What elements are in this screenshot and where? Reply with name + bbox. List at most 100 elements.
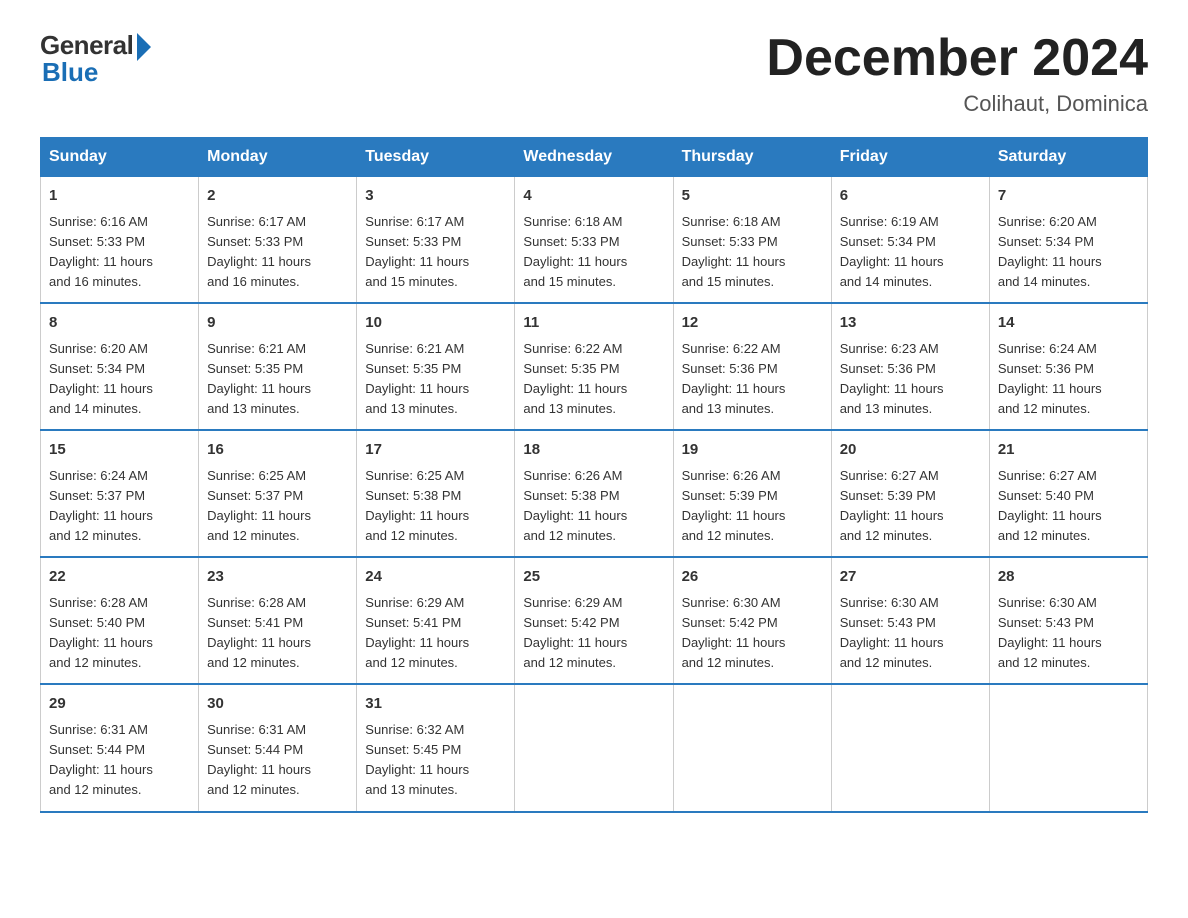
logo-blue-text: Blue — [40, 57, 98, 88]
calendar-cell: 12 Sunrise: 6:22 AMSunset: 5:36 PMDayligh… — [673, 303, 831, 430]
day-info: Sunrise: 6:25 AMSunset: 5:38 PMDaylight:… — [365, 466, 506, 547]
calendar-cell: 11 Sunrise: 6:22 AMSunset: 5:35 PMDayligh… — [515, 303, 673, 430]
week-row-1: 1 Sunrise: 6:16 AMSunset: 5:33 PMDaylight… — [41, 177, 1148, 304]
day-info: Sunrise: 6:26 AMSunset: 5:38 PMDaylight:… — [523, 466, 664, 547]
calendar-cell: 22Sunrise: 6:28 AMSunset: 5:40 PMDayligh… — [41, 557, 199, 684]
calendar-cell: 5 Sunrise: 6:18 AMSunset: 5:33 PMDaylight… — [673, 177, 831, 304]
day-info: Sunrise: 6:31 AMSunset: 5:44 PMDaylight:… — [207, 720, 348, 801]
day-number: 18 — [523, 439, 664, 462]
day-info: Sunrise: 6:19 AMSunset: 5:34 PMDaylight:… — [840, 212, 981, 293]
day-number: 31 — [365, 693, 506, 716]
day-number: 4 — [523, 185, 664, 208]
day-number: 9 — [207, 312, 348, 335]
day-info: Sunrise: 6:32 AMSunset: 5:45 PMDaylight:… — [365, 720, 506, 801]
calendar-cell: 28 Sunrise: 6:30 AMSunset: 5:43 PMDayligh… — [989, 557, 1147, 684]
day-info: Sunrise: 6:31 AMSunset: 5:44 PMDaylight:… — [49, 720, 190, 801]
day-number: 7 — [998, 185, 1139, 208]
day-number: 11 — [523, 312, 664, 335]
day-info: Sunrise: 6:24 AMSunset: 5:37 PMDaylight:… — [49, 466, 190, 547]
calendar-cell: 19 Sunrise: 6:26 AMSunset: 5:39 PMDayligh… — [673, 430, 831, 557]
day-number: 21 — [998, 439, 1139, 462]
calendar-cell — [673, 684, 831, 811]
day-info: Sunrise: 6:28 AMSunset: 5:41 PMDaylight:… — [207, 593, 348, 674]
day-number: 26 — [682, 566, 823, 589]
calendar-cell — [989, 684, 1147, 811]
day-info: Sunrise: 6:17 AMSunset: 5:33 PMDaylight:… — [365, 212, 506, 293]
page-header: General Blue December 2024 Colihaut, Dom… — [40, 30, 1148, 117]
week-row-2: 8 Sunrise: 6:20 AMSunset: 5:34 PMDaylight… — [41, 303, 1148, 430]
day-info: Sunrise: 6:30 AMSunset: 5:43 PMDaylight:… — [998, 593, 1139, 674]
day-info: Sunrise: 6:22 AMSunset: 5:36 PMDaylight:… — [682, 339, 823, 420]
day-number: 20 — [840, 439, 981, 462]
day-info: Sunrise: 6:29 AMSunset: 5:42 PMDaylight:… — [523, 593, 664, 674]
day-number: 3 — [365, 185, 506, 208]
calendar-cell: 10 Sunrise: 6:21 AMSunset: 5:35 PMDayligh… — [357, 303, 515, 430]
location-label: Colihaut, Dominica — [766, 91, 1148, 117]
day-info: Sunrise: 6:21 AMSunset: 5:35 PMDaylight:… — [207, 339, 348, 420]
header-day-friday: Friday — [831, 138, 989, 177]
day-number: 23 — [207, 566, 348, 589]
day-number: 19 — [682, 439, 823, 462]
title-section: December 2024 Colihaut, Dominica — [766, 30, 1148, 117]
day-info: Sunrise: 6:27 AMSunset: 5:39 PMDaylight:… — [840, 466, 981, 547]
calendar-cell: 26 Sunrise: 6:30 AMSunset: 5:42 PMDayligh… — [673, 557, 831, 684]
calendar-cell: 3 Sunrise: 6:17 AMSunset: 5:33 PMDaylight… — [357, 177, 515, 304]
day-number: 5 — [682, 185, 823, 208]
calendar-cell: 16Sunrise: 6:25 AMSunset: 5:37 PMDayligh… — [199, 430, 357, 557]
day-info: Sunrise: 6:20 AMSunset: 5:34 PMDaylight:… — [998, 212, 1139, 293]
day-info: Sunrise: 6:23 AMSunset: 5:36 PMDaylight:… — [840, 339, 981, 420]
day-info: Sunrise: 6:27 AMSunset: 5:40 PMDaylight:… — [998, 466, 1139, 547]
calendar-cell: 25Sunrise: 6:29 AMSunset: 5:42 PMDayligh… — [515, 557, 673, 684]
day-number: 10 — [365, 312, 506, 335]
day-number: 17 — [365, 439, 506, 462]
day-number: 1 — [49, 185, 190, 208]
month-title: December 2024 — [766, 30, 1148, 87]
day-info: Sunrise: 6:26 AMSunset: 5:39 PMDaylight:… — [682, 466, 823, 547]
calendar-cell: 15 Sunrise: 6:24 AMSunset: 5:37 PMDayligh… — [41, 430, 199, 557]
calendar-cell: 21 Sunrise: 6:27 AMSunset: 5:40 PMDayligh… — [989, 430, 1147, 557]
calendar-cell: 24 Sunrise: 6:29 AMSunset: 5:41 PMDayligh… — [357, 557, 515, 684]
calendar-cell: 31 Sunrise: 6:32 AMSunset: 5:45 PMDayligh… — [357, 684, 515, 811]
day-info: Sunrise: 6:24 AMSunset: 5:36 PMDaylight:… — [998, 339, 1139, 420]
header-day-thursday: Thursday — [673, 138, 831, 177]
day-number: 24 — [365, 566, 506, 589]
day-number: 15 — [49, 439, 190, 462]
calendar-cell: 18 Sunrise: 6:26 AMSunset: 5:38 PMDayligh… — [515, 430, 673, 557]
day-number: 14 — [998, 312, 1139, 335]
header-day-wednesday: Wednesday — [515, 138, 673, 177]
calendar-cell: 2 Sunrise: 6:17 AMSunset: 5:33 PMDaylight… — [199, 177, 357, 304]
day-number: 16 — [207, 439, 348, 462]
day-info: Sunrise: 6:30 AMSunset: 5:42 PMDaylight:… — [682, 593, 823, 674]
day-info: Sunrise: 6:29 AMSunset: 5:41 PMDaylight:… — [365, 593, 506, 674]
calendar-cell: 17 Sunrise: 6:25 AMSunset: 5:38 PMDayligh… — [357, 430, 515, 557]
calendar-cell: 20 Sunrise: 6:27 AMSunset: 5:39 PMDayligh… — [831, 430, 989, 557]
calendar-cell: 29Sunrise: 6:31 AMSunset: 5:44 PMDayligh… — [41, 684, 199, 811]
calendar-cell: 27Sunrise: 6:30 AMSunset: 5:43 PMDayligh… — [831, 557, 989, 684]
day-number: 22 — [49, 566, 190, 589]
day-info: Sunrise: 6:30 AMSunset: 5:43 PMDaylight:… — [840, 593, 981, 674]
day-info: Sunrise: 6:20 AMSunset: 5:34 PMDaylight:… — [49, 339, 190, 420]
day-number: 8 — [49, 312, 190, 335]
header-day-sunday: Sunday — [41, 138, 199, 177]
calendar-cell: 7 Sunrise: 6:20 AMSunset: 5:34 PMDaylight… — [989, 177, 1147, 304]
day-number: 2 — [207, 185, 348, 208]
day-info: Sunrise: 6:21 AMSunset: 5:35 PMDaylight:… — [365, 339, 506, 420]
logo: General Blue — [40, 30, 151, 88]
day-info: Sunrise: 6:16 AMSunset: 5:33 PMDaylight:… — [49, 212, 190, 293]
day-number: 6 — [840, 185, 981, 208]
week-row-4: 22Sunrise: 6:28 AMSunset: 5:40 PMDayligh… — [41, 557, 1148, 684]
calendar-cell: 4Sunrise: 6:18 AMSunset: 5:33 PMDaylight… — [515, 177, 673, 304]
day-number: 28 — [998, 566, 1139, 589]
week-row-3: 15 Sunrise: 6:24 AMSunset: 5:37 PMDayligh… — [41, 430, 1148, 557]
calendar-cell — [515, 684, 673, 811]
day-info: Sunrise: 6:18 AMSunset: 5:33 PMDaylight:… — [682, 212, 823, 293]
calendar-cell — [831, 684, 989, 811]
day-info: Sunrise: 6:22 AMSunset: 5:35 PMDaylight:… — [523, 339, 664, 420]
calendar-cell: 1 Sunrise: 6:16 AMSunset: 5:33 PMDaylight… — [41, 177, 199, 304]
calendar-cell: 14 Sunrise: 6:24 AMSunset: 5:36 PMDayligh… — [989, 303, 1147, 430]
day-number: 12 — [682, 312, 823, 335]
calendar-cell: 6 Sunrise: 6:19 AMSunset: 5:34 PMDaylight… — [831, 177, 989, 304]
day-info: Sunrise: 6:17 AMSunset: 5:33 PMDaylight:… — [207, 212, 348, 293]
header-row: SundayMondayTuesdayWednesdayThursdayFrid… — [41, 138, 1148, 177]
header-day-monday: Monday — [199, 138, 357, 177]
